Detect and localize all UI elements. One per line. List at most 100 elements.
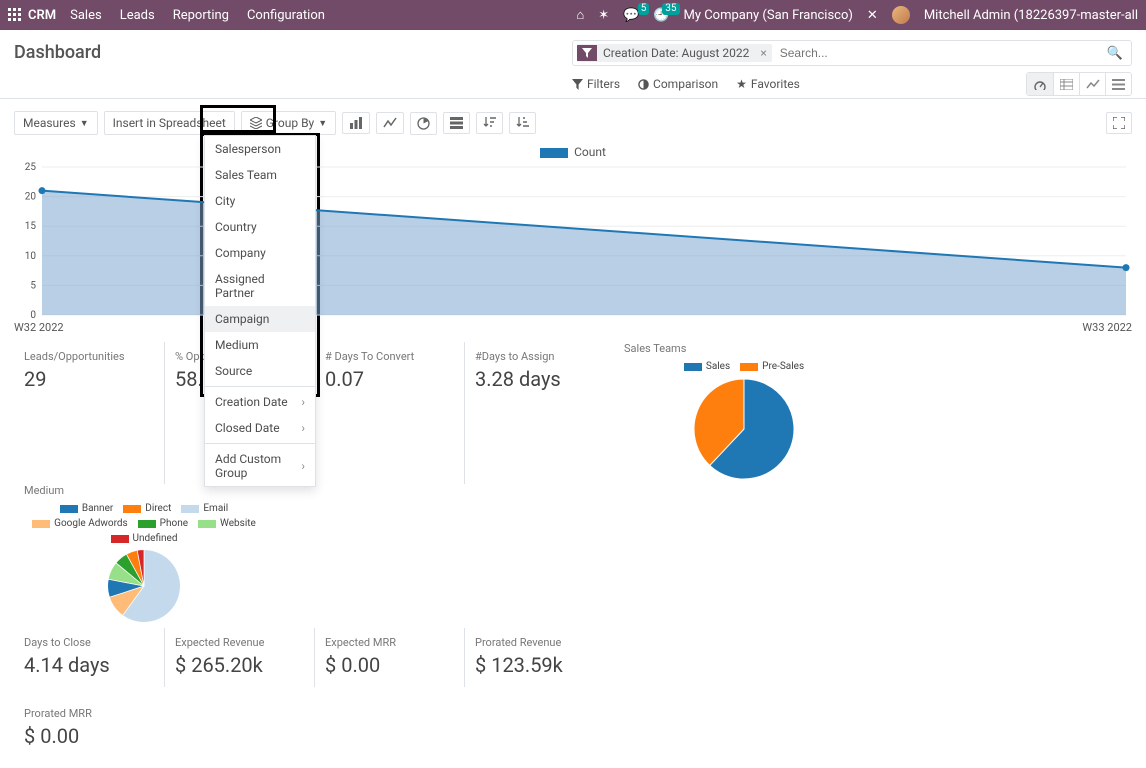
kpi-row-3: Prorated MRR $ 0.00 bbox=[0, 697, 1146, 768]
app-brand[interactable]: CRM bbox=[28, 8, 56, 23]
header: Dashboard Creation Date: August 2022 × 🔍… bbox=[0, 30, 1146, 99]
groupby-option-medium[interactable]: Medium bbox=[205, 332, 315, 358]
svg-text:5: 5 bbox=[30, 280, 36, 291]
kpi-label: Prorated Revenue bbox=[475, 636, 604, 649]
legend-item: Email bbox=[181, 503, 228, 514]
facet-label: Creation Date: August 2022 bbox=[597, 44, 755, 62]
view-pivot-icon[interactable] bbox=[1053, 73, 1079, 95]
facet-remove-icon[interactable]: × bbox=[755, 46, 771, 60]
menu-reporting[interactable]: Reporting bbox=[173, 8, 229, 23]
x-label-end: W33 2022 bbox=[1082, 321, 1132, 334]
topbar-right: ⌂ ✶ 💬5 🕘35 My Company (San Francisco) ✕ … bbox=[576, 6, 1138, 24]
groupby-option-closed-date[interactable]: Closed Date bbox=[205, 415, 315, 441]
kpi-value: $ 123.59k bbox=[475, 653, 604, 677]
groupby-dropdown: SalespersonSales TeamCityCountryCompanyA… bbox=[204, 135, 316, 487]
kpi-label: Expected Revenue bbox=[175, 636, 304, 649]
search-icon[interactable]: 🔍 bbox=[1103, 46, 1127, 61]
company-switcher[interactable]: My Company (San Francisco) bbox=[684, 8, 853, 23]
view-graph-icon[interactable] bbox=[1079, 73, 1105, 95]
page-title: Dashboard bbox=[14, 42, 101, 63]
top-menus: Sales Leads Reporting Configuration bbox=[70, 8, 325, 23]
kpi-value: $ 0.00 bbox=[325, 653, 454, 677]
pie-chart-medium bbox=[104, 546, 184, 626]
groupby-option-company[interactable]: Company bbox=[205, 240, 315, 266]
kpi-value: $ 265.20k bbox=[175, 653, 304, 677]
groupby-option-creation-date[interactable]: Creation Date bbox=[205, 389, 315, 415]
groupby-option-campaign[interactable]: Campaign bbox=[205, 306, 315, 332]
home-icon[interactable]: ⌂ bbox=[576, 7, 584, 23]
view-switcher bbox=[1026, 72, 1132, 96]
messages-icon[interactable]: 💬5 bbox=[623, 8, 639, 23]
toolbar: Measures▼ Insert in Spreadsheet Group By… bbox=[0, 99, 1146, 141]
groupby-option-country[interactable]: Country bbox=[205, 214, 315, 240]
apps-icon[interactable] bbox=[8, 8, 22, 22]
kpi-label: Prorated MRR bbox=[24, 707, 154, 720]
chevron-down-icon: ▼ bbox=[80, 118, 89, 129]
line-chart-icon[interactable] bbox=[376, 112, 404, 134]
search-row[interactable]: Creation Date: August 2022 × 🔍 bbox=[572, 40, 1132, 66]
filter-icon bbox=[577, 45, 597, 61]
kpi-value: $ 0.00 bbox=[24, 724, 154, 748]
svg-text:10: 10 bbox=[25, 251, 37, 262]
topbar: CRM Sales Leads Reporting Configuration … bbox=[0, 0, 1146, 30]
legend-item: Banner bbox=[60, 503, 113, 514]
activities-badge: 35 bbox=[662, 3, 679, 15]
bar-chart-icon[interactable] bbox=[342, 112, 370, 134]
kpi-value: 3.28 days bbox=[475, 367, 604, 391]
sort-desc-icon[interactable] bbox=[476, 112, 503, 134]
groupby-add-custom[interactable]: Add Custom Group bbox=[205, 446, 315, 486]
search-facet: Creation Date: August 2022 × bbox=[577, 44, 772, 62]
expand-icon[interactable] bbox=[1106, 112, 1132, 134]
kpi-value: 4.14 days bbox=[24, 653, 154, 677]
line-chart: 0 5 10 15 20 25 bbox=[14, 161, 1132, 321]
filters-button[interactable]: Filters bbox=[572, 77, 620, 91]
kpi-label: #Days to Assign bbox=[475, 350, 604, 363]
user-menu[interactable]: Mitchell Admin (18226397-master-all bbox=[924, 8, 1138, 23]
stacked-icon[interactable] bbox=[443, 112, 470, 134]
insert-spreadsheet-button[interactable]: Insert in Spreadsheet bbox=[104, 111, 235, 135]
chart-legend: Count bbox=[14, 145, 1132, 161]
avatar[interactable] bbox=[892, 6, 910, 24]
menu-leads[interactable]: Leads bbox=[120, 8, 155, 23]
legend-item: Sales bbox=[684, 361, 730, 372]
comparison-button[interactable]: Comparison bbox=[638, 77, 718, 91]
activities-icon[interactable]: 🕘35 bbox=[653, 8, 669, 23]
chart-area: Count 0 5 10 15 20 25 W32 2022 W33 2022 bbox=[0, 141, 1146, 334]
svg-text:25: 25 bbox=[25, 162, 37, 173]
view-dashboard-icon[interactable] bbox=[1027, 73, 1053, 95]
panel-title: Sales Teams bbox=[624, 342, 864, 355]
kpi-label: Days to Close bbox=[24, 636, 154, 649]
groupby-option-salesperson[interactable]: Salesperson bbox=[205, 136, 315, 162]
chevron-down-icon: ▼ bbox=[318, 118, 327, 129]
legend-item: Direct bbox=[123, 503, 171, 514]
svg-text:0: 0 bbox=[30, 310, 36, 321]
menu-sales[interactable]: Sales bbox=[70, 8, 102, 23]
sparkle-icon[interactable]: ✶ bbox=[598, 8, 609, 23]
favorites-button[interactable]: ★ Favorites bbox=[736, 77, 800, 91]
layers-icon bbox=[250, 117, 262, 129]
kpi-label: Leads/Opportunities bbox=[24, 350, 154, 363]
groupby-option-sales-team[interactable]: Sales Team bbox=[205, 162, 315, 188]
svg-text:20: 20 bbox=[25, 192, 37, 203]
sort-asc-icon[interactable] bbox=[509, 112, 536, 134]
groupby-option-source[interactable]: Source bbox=[205, 358, 315, 384]
view-list-icon[interactable] bbox=[1105, 73, 1131, 95]
menu-configuration[interactable]: Configuration bbox=[247, 8, 325, 23]
legend-item: Undefined bbox=[111, 533, 178, 544]
kpi-label: # Days To Convert bbox=[325, 350, 454, 363]
panel-legend: Sales Pre-Sales bbox=[624, 361, 864, 372]
groupby-option-assigned-partner[interactable]: Assigned Partner bbox=[205, 266, 315, 306]
kpi-label: Expected MRR bbox=[325, 636, 454, 649]
svg-text:15: 15 bbox=[25, 221, 37, 232]
measures-button[interactable]: Measures▼ bbox=[14, 111, 98, 135]
x-label-start: W32 2022 bbox=[14, 321, 64, 334]
search-input[interactable] bbox=[778, 45, 1103, 61]
groupby-option-city[interactable]: City bbox=[205, 188, 315, 214]
legend-item: Pre-Sales bbox=[740, 361, 804, 372]
pie-chart-sales-teams bbox=[689, 374, 799, 484]
groupby-button[interactable]: Group By▼ bbox=[241, 111, 336, 135]
kpi-row-2: Days to Close 4.14 days Expected Revenue $… bbox=[0, 626, 1146, 697]
kpi-row-1: Leads/Opportunities29 % Opp58. # Days To… bbox=[0, 334, 1146, 626]
debug-icon[interactable]: ✕ bbox=[867, 8, 878, 23]
pie-chart-icon[interactable] bbox=[410, 112, 437, 135]
